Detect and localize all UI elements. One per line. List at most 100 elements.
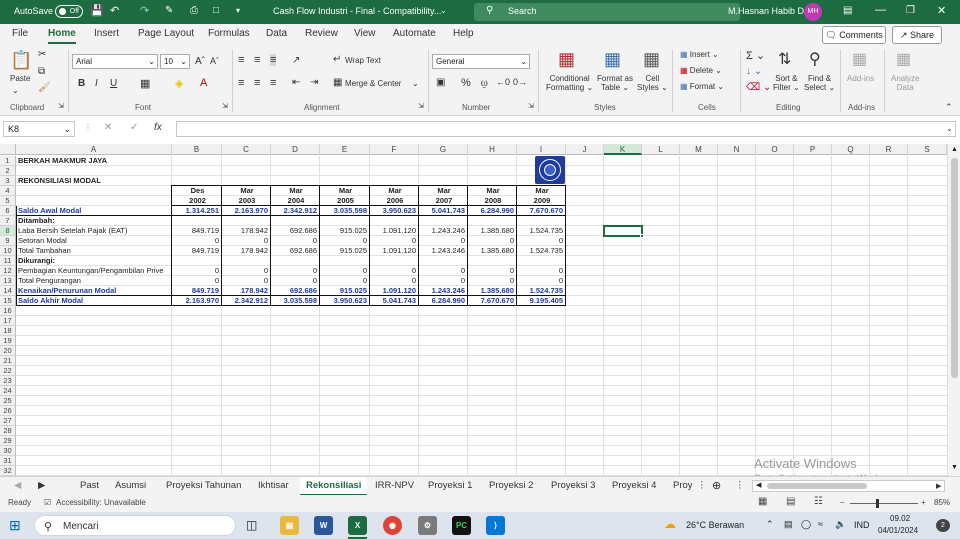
merge-center-button[interactable]: Merge & Center xyxy=(345,79,401,88)
tab-proyeksi-4[interactable]: Proyeksi 4 xyxy=(612,480,656,491)
table-cell[interactable]: 849.719 xyxy=(174,226,221,236)
font-color-icon[interactable]: A xyxy=(200,77,207,89)
period-header-month[interactable]: Mar xyxy=(372,186,418,196)
windows-start-icon[interactable]: ⊞ xyxy=(9,517,21,534)
select-all-corner[interactable] xyxy=(0,144,16,155)
volume-icon[interactable]: 🔈 xyxy=(835,519,846,530)
weather-icon[interactable]: ☁ xyxy=(664,517,676,531)
row-header-7[interactable]: 7 xyxy=(0,216,16,226)
row-label[interactable]: Total Tambahan xyxy=(18,246,171,256)
row-header-1[interactable]: 1 xyxy=(0,156,16,166)
table-cell[interactable]: 0 xyxy=(421,276,467,286)
table-cell[interactable]: 1.091.120 xyxy=(372,226,418,236)
autosave-toggle[interactable]: Off xyxy=(55,5,83,18)
menu-data[interactable]: Data xyxy=(266,28,287,39)
table-cell[interactable]: 1.385.680 xyxy=(470,246,516,256)
font-name-select[interactable]: Arial ⌄ xyxy=(72,54,158,69)
column-header-r[interactable]: R xyxy=(870,144,908,155)
row-header-3[interactable]: 3 xyxy=(0,176,16,186)
table-cell[interactable]: 0 xyxy=(470,276,516,286)
minimize-icon[interactable]: — xyxy=(875,4,886,16)
period-header-month[interactable]: Mar xyxy=(322,186,369,196)
table-cell[interactable]: 849.719 xyxy=(174,246,221,256)
decrease-indent-icon[interactable]: ⇤ xyxy=(292,77,300,88)
table-cell[interactable]: 0 xyxy=(174,276,221,286)
table-cell[interactable]: 0 xyxy=(174,236,221,246)
table-cell[interactable]: 0 xyxy=(224,276,270,286)
tray-icon[interactable]: ▤ xyxy=(784,519,793,530)
table-cell[interactable]: 1.243.246 xyxy=(421,226,467,236)
column-header-g[interactable]: G xyxy=(419,144,468,155)
menu-view[interactable]: View xyxy=(354,28,376,39)
share-button[interactable]: ↗ Share xyxy=(892,26,942,44)
avatar[interactable]: MH xyxy=(804,3,822,21)
clear-icon[interactable]: ⌫ ⌄ xyxy=(746,82,771,93)
prev-sheet-icon[interactable]: ◀ xyxy=(14,480,21,491)
conditional-formatting-icon[interactable]: ▦ xyxy=(558,49,575,70)
app-icon[interactable]: ⚙ xyxy=(418,516,437,535)
period-header-month[interactable]: Mar xyxy=(224,186,270,196)
menu-formulas[interactable]: Formulas xyxy=(208,28,250,39)
tab-past[interactable]: Past xyxy=(80,480,99,491)
table-cell[interactable]: 0 xyxy=(273,276,319,286)
row-header-9[interactable]: 9 xyxy=(0,236,16,246)
align-top-icon[interactable]: ≡ xyxy=(238,54,244,66)
scroll-right-icon[interactable]: ▶ xyxy=(936,482,941,490)
row-header-18[interactable]: 18 xyxy=(0,326,16,336)
row-label[interactable]: Pembagian Keuntungan/Pengambilan Prive xyxy=(18,266,171,276)
clock-time[interactable]: 09.02 xyxy=(890,514,910,523)
row-header-28[interactable]: 28 xyxy=(0,426,16,436)
row-header-14[interactable]: 14 xyxy=(0,286,16,296)
worksheet-grid[interactable]: ABCDEFGHIJKLMNOPQRS 1 2 3 4 5 6 7 8 9 10 11 12 13 14 1… xyxy=(0,144,960,476)
menu-file[interactable]: File xyxy=(12,28,28,39)
tab-rekonsiliasi[interactable]: Rekonsiliasi xyxy=(300,477,368,496)
page-icon[interactable]: □ xyxy=(213,5,219,16)
next-sheet-icon[interactable]: ▶ xyxy=(38,480,45,491)
word-icon[interactable]: W xyxy=(314,516,333,535)
accessibility-status[interactable]: Accessibility: Unavailable xyxy=(56,498,146,507)
tab-proyeksi-2[interactable]: Proyeksi 2 xyxy=(489,480,533,491)
dialog-launcher-icon[interactable]: ⇲ xyxy=(528,102,534,110)
analyze-data-icon[interactable]: ▦ xyxy=(896,49,911,69)
cell-styles-button[interactable]: Cell Styles ⌄ xyxy=(637,74,668,92)
fill-icon[interactable]: ↓ ⌄ xyxy=(746,66,762,77)
sort-filter-icon[interactable]: ⇅ xyxy=(778,49,791,69)
row-label[interactable]: Total Pengurangan xyxy=(18,276,171,286)
column-header-k[interactable]: K xyxy=(604,144,642,155)
row-header-32[interactable]: 32 xyxy=(0,466,16,476)
table-cell[interactable]: 1.243.246 xyxy=(421,246,467,256)
pycharm-icon[interactable]: PC xyxy=(452,516,471,535)
column-header-q[interactable]: Q xyxy=(832,144,870,155)
column-header-l[interactable]: L xyxy=(642,144,680,155)
chrome-icon[interactable]: ◉ xyxy=(383,516,402,535)
column-header-h[interactable]: H xyxy=(468,144,517,155)
paste-button[interactable]: Paste xyxy=(10,74,30,83)
format-painter-icon[interactable]: 🖌 xyxy=(38,82,51,93)
column-header-i[interactable]: I xyxy=(517,144,566,155)
table-cell[interactable]: 0 xyxy=(519,236,565,246)
save-icon[interactable]: 💾 xyxy=(90,4,104,17)
copy-icon[interactable]: ⧉ xyxy=(38,66,45,77)
delete-cells-button[interactable]: ▦ Delete ⌄ xyxy=(680,66,722,75)
row-header-5[interactable]: 5 xyxy=(0,196,16,206)
weather-text[interactable]: 26°C Berawan xyxy=(686,520,744,530)
table-cell[interactable]: 1.524.735 xyxy=(519,226,565,236)
dialog-launcher-icon[interactable]: ⇲ xyxy=(222,102,228,110)
notification-badge-icon[interactable]: 2 xyxy=(936,519,950,532)
row-header-23[interactable]: 23 xyxy=(0,376,16,386)
zoom-level[interactable]: 85% xyxy=(934,498,950,507)
column-header-p[interactable]: P xyxy=(794,144,832,155)
column-header-m[interactable]: M xyxy=(680,144,718,155)
table-cell[interactable]: 0 xyxy=(519,266,565,276)
row-header-12[interactable]: 12 xyxy=(0,266,16,276)
row-label[interactable]: Laba Bersih Setelah Pajak (EAT) xyxy=(18,226,171,236)
cancel-icon[interactable]: ✕ xyxy=(104,122,112,133)
task-view-icon[interactable]: ◫ xyxy=(246,518,257,532)
scroll-up-icon[interactable]: ▲ xyxy=(951,146,958,153)
table-cell[interactable]: 0 xyxy=(174,266,221,276)
row-header-8[interactable]: 8 xyxy=(0,226,16,236)
network-icon[interactable]: ◯ xyxy=(801,519,811,530)
close-icon[interactable]: ✕ xyxy=(937,4,946,17)
tab-proy-truncated[interactable]: Proy xyxy=(673,480,693,491)
percent-icon[interactable]: % xyxy=(461,77,471,89)
